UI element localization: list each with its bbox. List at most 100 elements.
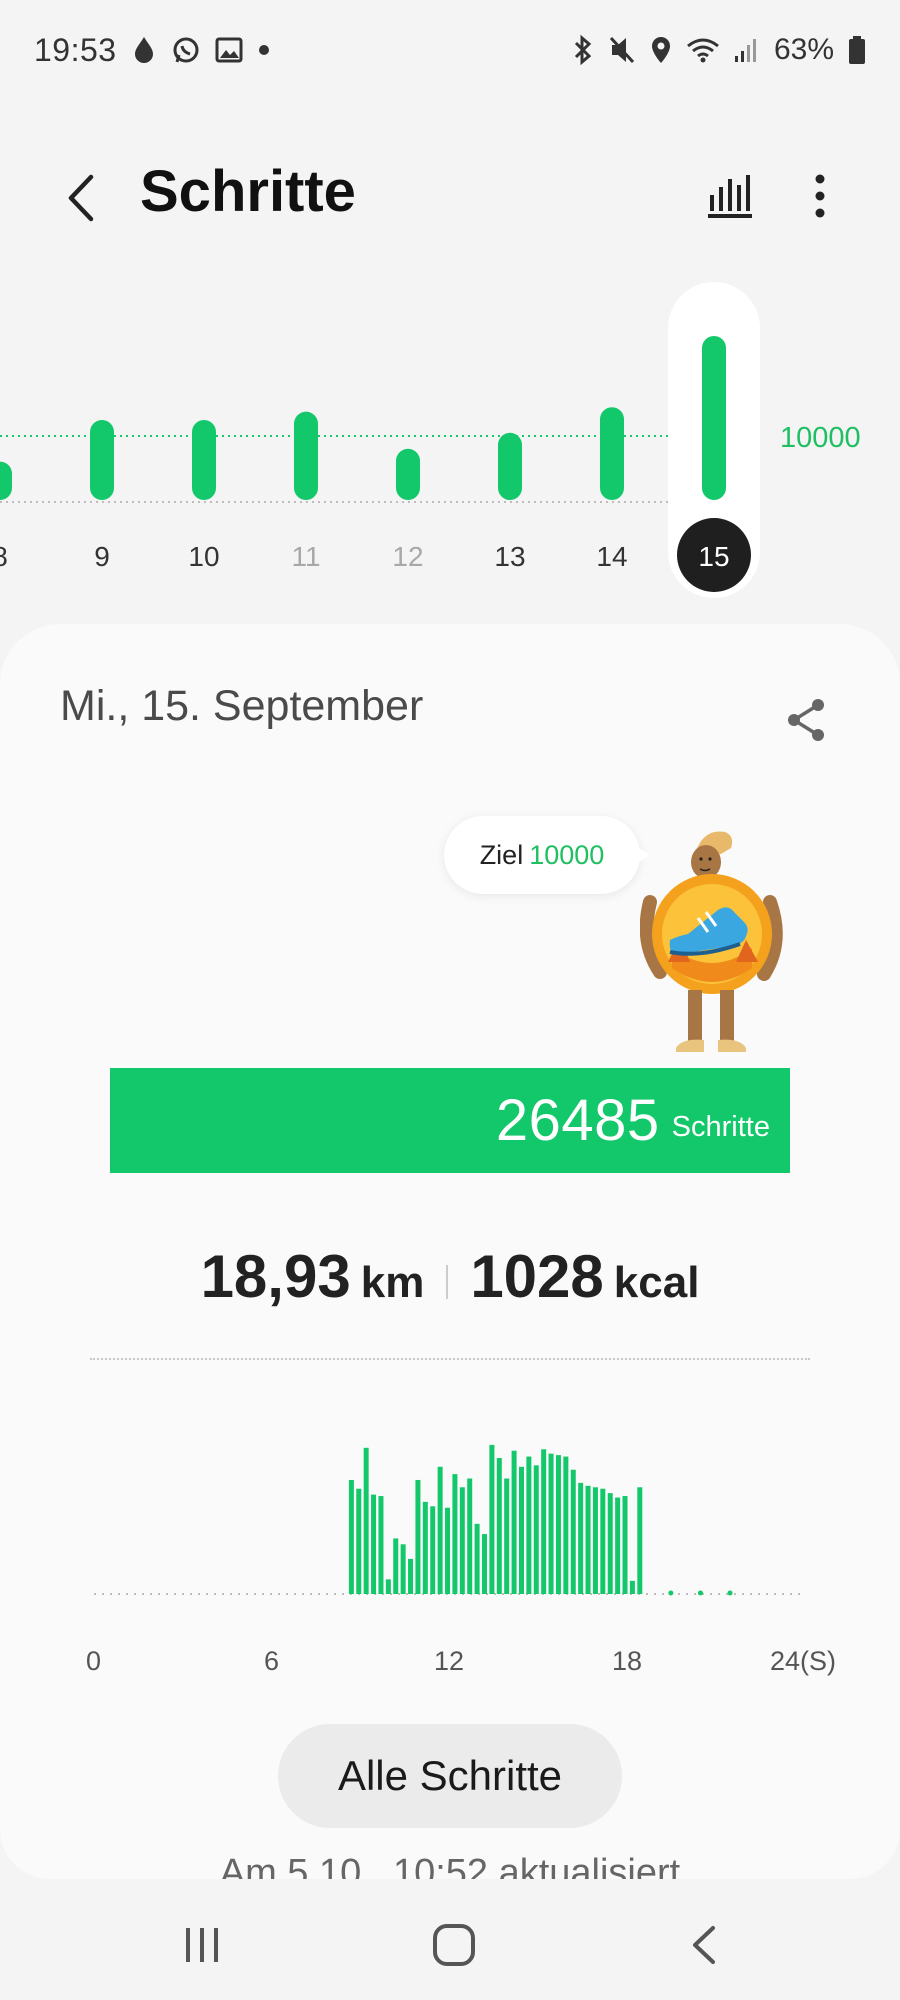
hourly-bar xyxy=(727,1590,733,1596)
more-options-button[interactable] xyxy=(790,166,850,226)
hourly-bar xyxy=(459,1487,465,1594)
hourly-bar xyxy=(378,1496,384,1594)
week-day-label-12[interactable]: 12 xyxy=(392,541,423,572)
hourly-bar xyxy=(371,1494,377,1594)
hourly-bar xyxy=(585,1485,591,1594)
week-bar-day-9[interactable] xyxy=(90,420,114,500)
hourly-bar xyxy=(415,1479,421,1594)
hourly-bar xyxy=(393,1538,399,1594)
divider xyxy=(90,1358,810,1360)
hourly-bar xyxy=(348,1479,354,1594)
hourly-bar xyxy=(541,1449,547,1594)
whatsapp-icon xyxy=(171,35,201,65)
calories-unit: kcal xyxy=(613,1258,700,1307)
hourly-bar xyxy=(607,1493,613,1594)
distance-metric: 18,93 km xyxy=(201,1242,425,1311)
day-summary-card: Mi., 15. September Ziel 10000 26485 Schr… xyxy=(0,624,900,1879)
week-day-label-9[interactable]: 9 xyxy=(94,541,110,572)
distance-value: 18,93 xyxy=(200,1243,351,1310)
home-button[interactable] xyxy=(414,1912,494,1978)
week-day-label-10[interactable]: 10 xyxy=(188,541,219,572)
hourly-bar xyxy=(489,1444,495,1594)
location-icon xyxy=(650,35,672,65)
page-title: Schritte xyxy=(140,159,356,224)
hourly-bar xyxy=(467,1478,473,1594)
status-bar: 19:53 63% xyxy=(0,0,900,100)
week-day-label-14[interactable]: 14 xyxy=(596,541,627,572)
week-bar-day-10[interactable] xyxy=(192,420,216,500)
hourly-bar xyxy=(363,1447,369,1594)
hourly-bar xyxy=(555,1455,561,1594)
total-steps-value: 26485 xyxy=(495,1088,660,1153)
hourly-bar xyxy=(578,1482,584,1594)
hourly-bar xyxy=(385,1579,391,1594)
hourly-bar xyxy=(629,1580,635,1594)
hour-label-0: 0 xyxy=(86,1646,102,1676)
calories-metric: 1028 kcal xyxy=(470,1242,699,1311)
hourly-bar xyxy=(482,1534,487,1594)
metric-separator xyxy=(446,1265,449,1299)
last-updated-text: Am 5.10., 10:52 aktualisiert xyxy=(219,1852,681,1879)
app-header: Schritte xyxy=(0,140,900,250)
week-day-label-15[interactable]: 15 xyxy=(698,541,729,572)
hourly-steps-chart[interactable]: 0 6 12 18 24(S) xyxy=(0,1414,900,1714)
achievement-mascot-illustration xyxy=(639,822,790,1062)
nav-back-icon xyxy=(693,1926,715,1964)
hourly-bar xyxy=(697,1590,703,1596)
hourly-bar xyxy=(504,1478,510,1594)
hourly-bar xyxy=(518,1466,524,1594)
gallery-icon xyxy=(215,36,243,64)
all-steps-button[interactable]: Alle Schritte xyxy=(278,1724,622,1828)
hour-label-24: 24(S) xyxy=(770,1646,837,1676)
goal-line-label: 10000 xyxy=(780,422,861,454)
week-bar-day-13[interactable] xyxy=(498,432,522,500)
week-day-label-13[interactable]: 13 xyxy=(494,541,525,572)
hourly-bar xyxy=(474,1523,480,1594)
hourly-bar xyxy=(496,1458,502,1594)
hourly-bar xyxy=(526,1456,532,1594)
bar-chart-icon xyxy=(708,175,752,218)
hourly-bar xyxy=(511,1450,517,1594)
hourly-bar xyxy=(592,1487,598,1594)
bluetooth-icon xyxy=(572,34,594,66)
hourly-bar xyxy=(437,1466,443,1594)
calories-value: 1028 xyxy=(470,1243,604,1310)
hourly-bar xyxy=(563,1456,569,1594)
week-day-label-11[interactable]: 11 xyxy=(291,541,320,572)
share-icon xyxy=(788,699,824,741)
week-bar-day-14[interactable] xyxy=(600,407,624,500)
hourly-bar xyxy=(422,1501,428,1594)
week-bar-day-8[interactable] xyxy=(0,461,12,500)
more-vertical-icon xyxy=(815,174,825,218)
share-button[interactable] xyxy=(776,690,836,750)
hour-label-6: 6 xyxy=(264,1646,280,1676)
hourly-bar xyxy=(452,1474,458,1594)
home-icon xyxy=(433,1924,475,1966)
trends-button[interactable] xyxy=(700,166,760,226)
hourly-bar xyxy=(548,1453,554,1594)
hour-label-18: 18 xyxy=(612,1646,643,1676)
status-bar-right: 63% xyxy=(572,33,866,67)
nav-back-button[interactable] xyxy=(664,1912,744,1978)
hourly-bar xyxy=(430,1506,436,1594)
recent-apps-button[interactable] xyxy=(162,1912,242,1978)
hourly-bar xyxy=(615,1497,621,1594)
hourly-chart-svg xyxy=(94,1444,804,1596)
weekly-steps-chart[interactable]: 8 9 10 11 12 13 14 15 10000 xyxy=(0,280,900,620)
hourly-bar xyxy=(356,1488,362,1594)
status-time: 19:53 xyxy=(34,31,117,68)
week-bar-day-15[interactable] xyxy=(702,336,726,500)
week-bar-day-11[interactable] xyxy=(294,411,318,500)
back-button[interactable] xyxy=(50,168,110,228)
system-navigation-bar xyxy=(0,1890,900,2000)
week-day-label-8[interactable]: 8 xyxy=(0,541,8,572)
goal-bubble-value: 10000 xyxy=(529,839,605,870)
hourly-bar xyxy=(400,1544,406,1594)
week-bar-day-12[interactable] xyxy=(396,448,420,500)
battery-percent: 63% xyxy=(773,33,834,66)
dot-icon xyxy=(257,43,271,57)
metrics-row: 18,93 km 1028 kcal xyxy=(0,1242,900,1322)
hourly-bar xyxy=(622,1496,628,1594)
hourly-bar xyxy=(600,1488,606,1594)
total-steps-bar: 26485 Schritte xyxy=(110,1068,790,1173)
